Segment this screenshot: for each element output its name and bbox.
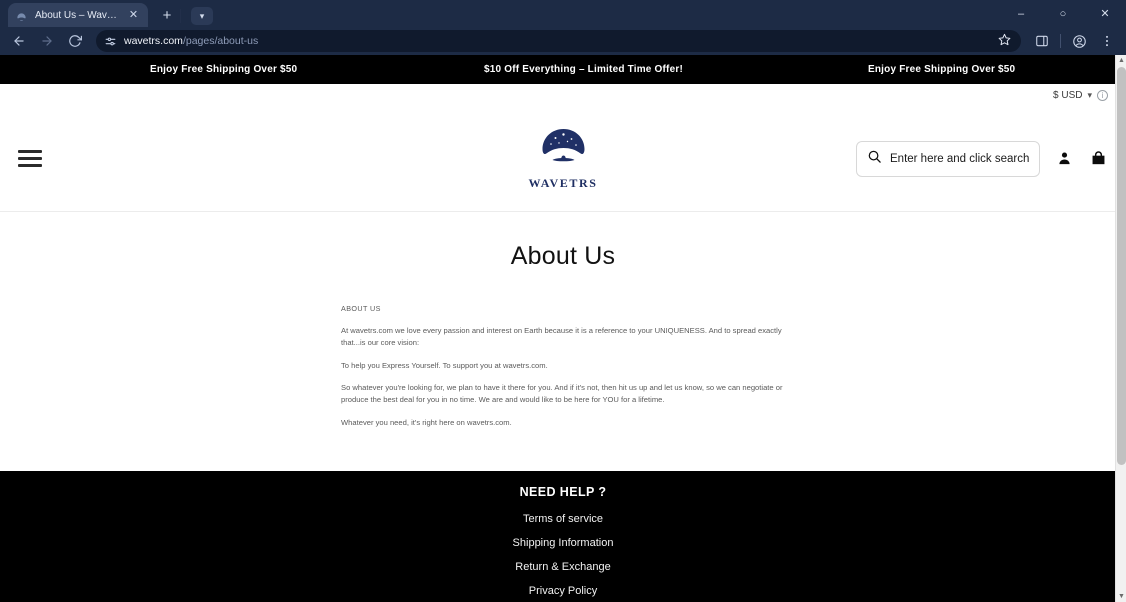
chevron-down-icon[interactable]: ▾ [191, 7, 213, 25]
account-circle-icon[interactable] [1066, 28, 1092, 54]
site-footer: NEED HELP ? Terms of service Shipping In… [0, 470, 1126, 602]
currency-label: $ USD [1053, 89, 1083, 101]
scroll-up-arrow-icon[interactable]: ▲ [1116, 55, 1126, 66]
search-box[interactable] [856, 140, 1040, 177]
wavetrs-logo-icon [538, 127, 588, 174]
announcement-item: Enjoy Free Shipping Over $50 [868, 64, 1016, 75]
three-dot-menu-icon[interactable] [1094, 28, 1120, 54]
browser-tab-about-us[interactable]: About Us – Wavetrs ✕ [8, 3, 148, 27]
toolbar-divider [1060, 34, 1061, 48]
new-tab-button[interactable]: + [156, 5, 178, 27]
article-eyebrow: ABOUT US [341, 304, 381, 313]
hamburger-menu-icon[interactable] [18, 150, 42, 167]
shopping-bag-icon[interactable] [1088, 149, 1108, 169]
search-input[interactable] [890, 152, 1029, 165]
side-panel-icon[interactable] [1029, 28, 1055, 54]
tab-strip-divider [180, 9, 181, 23]
article-paragraph: Whatever you need, it's right here on wa… [341, 417, 512, 427]
tab-title: About Us – Wavetrs [35, 9, 119, 21]
address-bar-text: wavetrs.com/pages/about-us [124, 35, 258, 47]
article-paragraph: At wavetrs.com we love every passion and… [341, 326, 782, 347]
header-actions [856, 140, 1108, 177]
maximize-button[interactable]: ○ [1042, 0, 1084, 27]
footer-link-terms-of-service[interactable]: Terms of service [0, 513, 1126, 525]
close-icon[interactable]: ✕ [127, 9, 140, 22]
tune-icon[interactable] [104, 35, 117, 48]
footer-link-privacy-policy[interactable]: Privacy Policy [0, 585, 1126, 597]
footer-link-shipping-information[interactable]: Shipping Information [0, 537, 1126, 549]
logo-wordmark: WAVETRS [528, 175, 598, 190]
footer-link-return-exchange[interactable]: Return & Exchange [0, 561, 1126, 573]
chevron-down-icon[interactable]: ▾ [1087, 90, 1092, 101]
window-controls: – ○ ✕ [1000, 0, 1126, 27]
address-bar[interactable]: wavetrs.com/pages/about-us [96, 30, 1021, 52]
url-path: /pages/about-us [182, 35, 259, 47]
article-paragraph: So whatever you're looking for, we plan … [341, 383, 783, 405]
wavetrs-favicon-icon [16, 10, 27, 21]
url-domain: wavetrs.com [124, 35, 183, 47]
announcement-item: Enjoy Free Shipping Over $50 [150, 64, 298, 75]
browser-toolbar: wavetrs.com/pages/about-us [0, 27, 1126, 55]
footer-heading: NEED HELP ? [519, 484, 607, 499]
browser-window: About Us – Wavetrs ✕ + ▾ – ○ ✕ wavetrs.c… [0, 0, 1126, 602]
tab-strip: About Us – Wavetrs ✕ + ▾ – ○ ✕ [0, 0, 1126, 27]
main-content: About Us ABOUT US At wavetrs.com we love… [0, 212, 1126, 429]
star-icon[interactable] [998, 33, 1011, 49]
scroll-down-arrow-icon[interactable]: ▼ [1116, 591, 1126, 602]
arrow-left-icon[interactable] [6, 28, 32, 54]
site-logo[interactable]: WAVETRS [528, 127, 597, 191]
page-scrollbar[interactable]: ▲ ▼ [1115, 55, 1126, 602]
page-title: About Us [510, 242, 616, 270]
announcement-item: $10 Off Everything – Limited Time Offer! [484, 64, 683, 75]
info-icon[interactable]: i [1097, 89, 1108, 101]
about-article: ABOUT US At wavetrs.com we love every pa… [341, 303, 785, 429]
scrollbar-thumb[interactable] [1117, 67, 1126, 465]
arrow-right-icon [34, 28, 60, 54]
minimize-button[interactable]: – [1000, 0, 1042, 27]
site-header: WAVETRS [0, 106, 1126, 211]
currency-selector[interactable]: $ USD ▾ i [0, 84, 1126, 106]
page-viewport: Enjoy Free Shipping Over $50 $10 Off Eve… [0, 55, 1126, 602]
user-account-icon[interactable] [1054, 149, 1074, 169]
article-paragraph: To help you Express Yourself. To support… [341, 360, 548, 370]
reload-icon[interactable] [62, 28, 88, 54]
close-window-button[interactable]: ✕ [1084, 0, 1126, 27]
announcement-bar: Enjoy Free Shipping Over $50 $10 Off Eve… [0, 55, 1126, 84]
search-icon [867, 149, 882, 169]
